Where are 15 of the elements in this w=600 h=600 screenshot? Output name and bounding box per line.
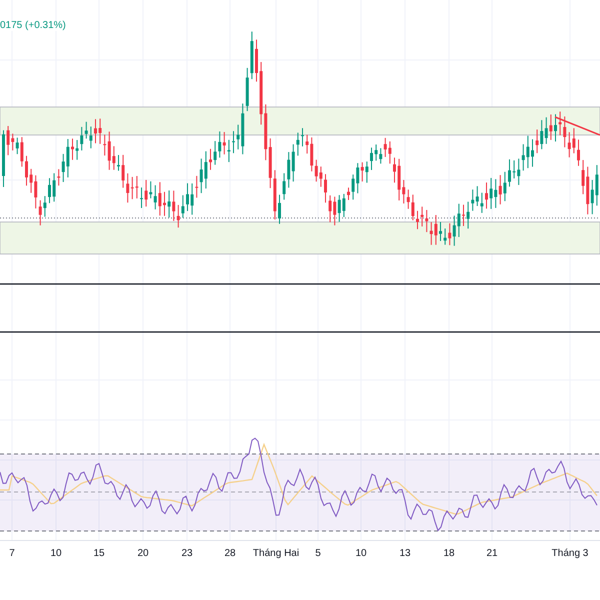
axis-label: 20: [137, 547, 149, 561]
axis-label: Tháng Hai: [252, 547, 300, 561]
axis-label: 28: [224, 547, 236, 561]
price-change: 0175 (+0.31%): [0, 21, 66, 31]
axis-label: 7: [9, 547, 15, 561]
axis-label: Tháng 3: [552, 547, 588, 561]
axis-label: 21: [486, 547, 498, 561]
axis-label: 5: [315, 547, 321, 561]
axis-label: 10: [50, 547, 62, 561]
axis-label: 13: [399, 547, 411, 561]
axis-label: 18: [443, 547, 455, 561]
axis-label: 15: [93, 547, 105, 561]
axis-label: 10: [355, 547, 367, 561]
axis-label: 23: [181, 547, 193, 561]
trend-line: [554, 116, 600, 136]
